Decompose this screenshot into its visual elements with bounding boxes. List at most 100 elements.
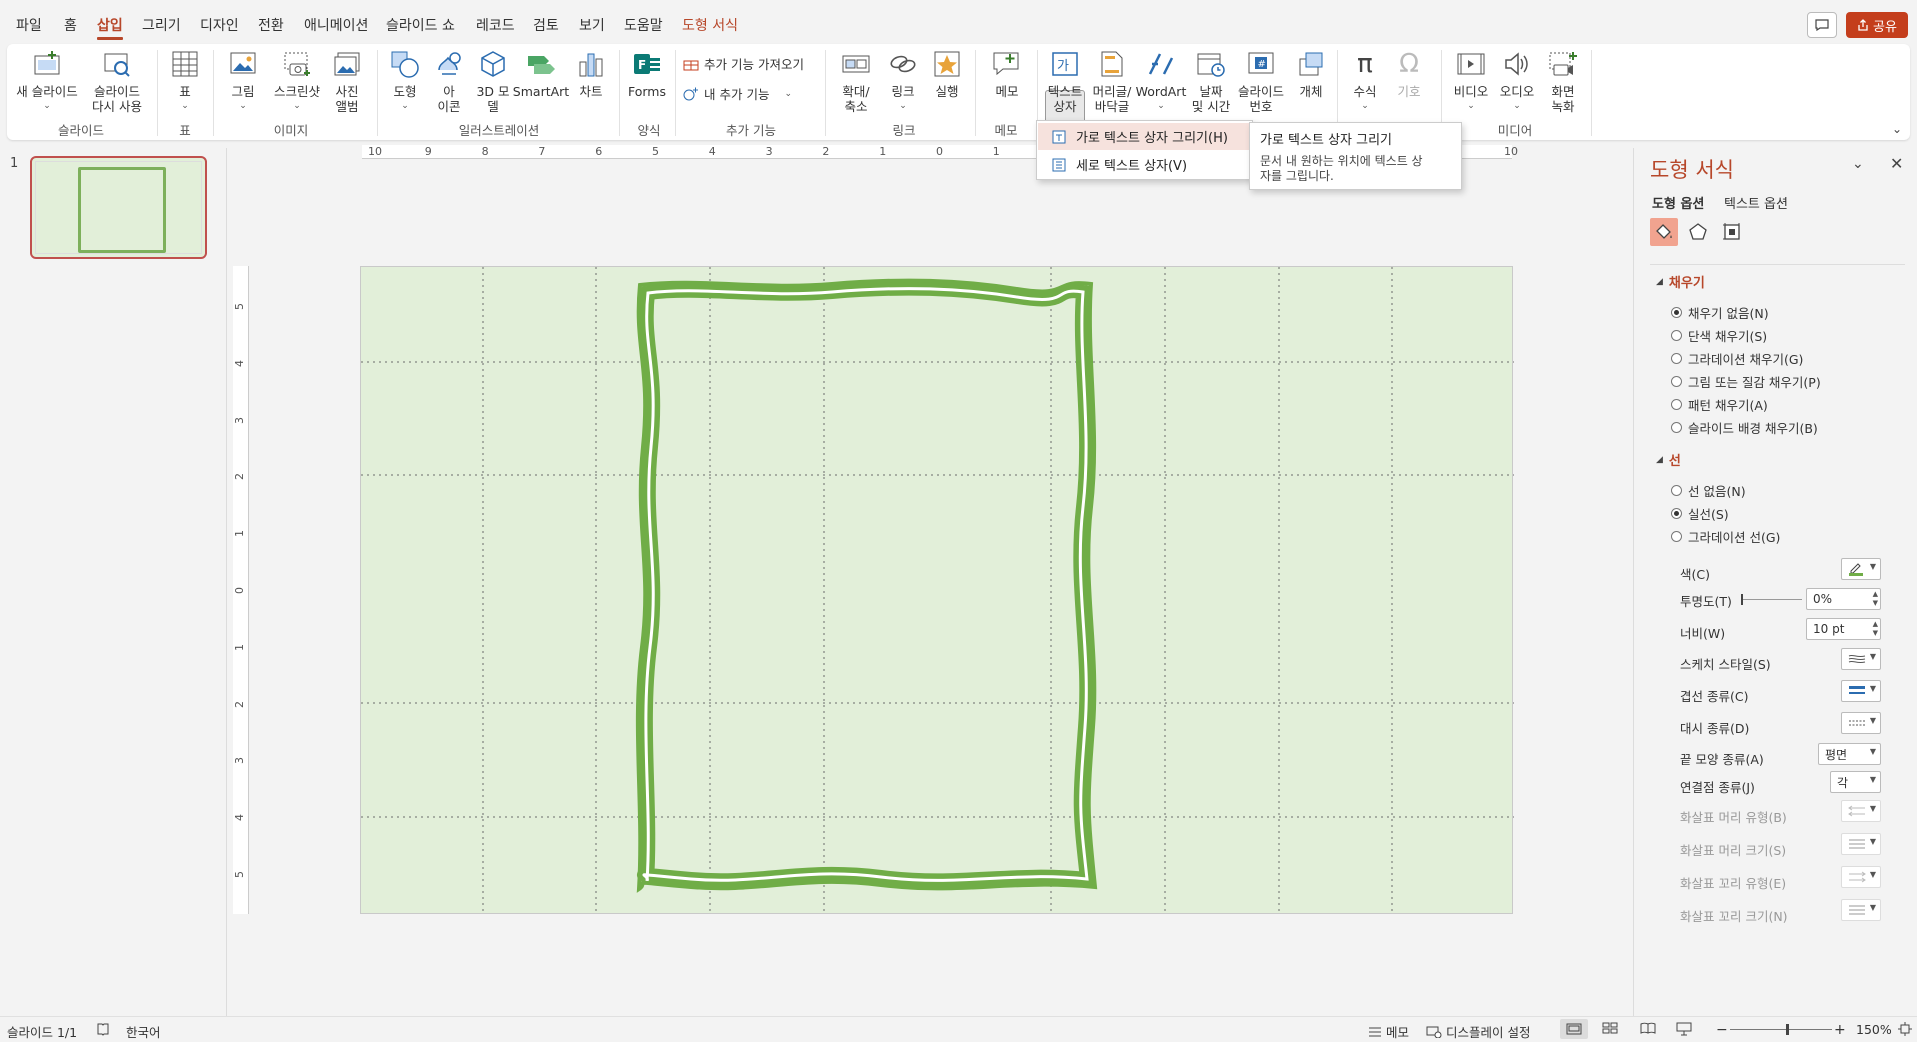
comment-button[interactable]: 메모 (983, 48, 1031, 99)
zoom-button[interactable]: 확대/ 축소 (833, 48, 879, 114)
arrow-end-type-dropdown[interactable]: ▼ (1841, 866, 1881, 888)
chart-button[interactable]: 차트 (571, 48, 611, 99)
fill-option-pattern[interactable]: 패턴 채우기(A) (1671, 395, 1768, 414)
reading-view-button[interactable] (1640, 1022, 1656, 1034)
date-time-button[interactable]: 날짜 및 시간 (1187, 48, 1235, 114)
menu-item-vertical-text-box[interactable]: 세로 텍스트 상자(V) (1038, 151, 1251, 178)
transparency-input[interactable]: 0% ▲ ▼ (1806, 588, 1881, 610)
slide-thumbnail[interactable] (30, 156, 207, 259)
line-color-picker[interactable]: ▼ (1841, 558, 1881, 580)
audio-button[interactable]: 오디오 ⌄ (1495, 48, 1539, 114)
arrow-begin-size-dropdown[interactable]: ▼ (1841, 833, 1881, 855)
slide-number-icon: # (1245, 48, 1277, 80)
reuse-slide-button[interactable]: 슬라이드 다시 사용 (87, 48, 147, 114)
line-section-header[interactable]: ◢ 선 (1656, 450, 1681, 469)
share-button[interactable]: 공유 (1846, 12, 1908, 38)
language-indicator[interactable]: 한국어 (126, 1022, 161, 1041)
tab-animations[interactable]: 애니메이션 (304, 15, 368, 35)
zoom-in-button[interactable]: + (1834, 1022, 1846, 1038)
get-addins-button[interactable]: 추가 기능 가져오기 (683, 54, 804, 73)
object-button[interactable]: 개체 (1291, 48, 1331, 99)
screenshot-button[interactable]: 스크린샷 ⌄ (269, 48, 325, 114)
fill-option-solid[interactable]: 단색 채우기(S) (1671, 326, 1767, 345)
slideshow-button[interactable] (1676, 1022, 1692, 1036)
symbol-button[interactable]: Ω 기호 (1389, 48, 1429, 100)
tab-home[interactable]: 홈 (64, 15, 77, 35)
arrow-begin-type-dropdown[interactable]: ▼ (1841, 800, 1881, 822)
photo-album-button[interactable]: 사진 앨범 (325, 48, 369, 114)
tab-shape-options[interactable]: 도형 옵션 (1652, 193, 1704, 212)
accessibility-icon[interactable] (96, 1022, 110, 1036)
video-button[interactable]: 비디오 ⌄ (1449, 48, 1493, 114)
line-option-gradient[interactable]: 그라데이션 선(G) (1671, 527, 1780, 546)
header-footer-button[interactable]: 머리글/ 바닥글 (1087, 48, 1137, 114)
link-button[interactable]: 링크 ⌄ (883, 48, 923, 114)
tab-insert[interactable]: 삽입 (97, 15, 123, 40)
3d-models-button[interactable]: 3D 모 델 (473, 48, 513, 114)
line-option-none[interactable]: 선 없음(N) (1671, 481, 1746, 500)
fit-to-window-button[interactable] (1898, 1022, 1912, 1036)
slider-thumb[interactable] (1741, 594, 1743, 605)
slide-canvas[interactable] (360, 266, 1514, 915)
tab-help[interactable]: 도움말 (624, 15, 663, 35)
size-properties-tab-button[interactable] (1718, 218, 1746, 246)
fill-option-slide-background[interactable]: 슬라이드 배경 채우기(B) (1671, 418, 1818, 437)
wavy-frame-shape[interactable] (635, 278, 1098, 893)
zoom-slider-thumb[interactable] (1786, 1024, 1789, 1035)
fill-option-none[interactable]: 채우기 없음(N) (1671, 303, 1769, 322)
my-addins-button[interactable]: 내 추가 기능 ⌄ (683, 84, 792, 103)
line-width-input[interactable]: 10 pt ▲ ▼ (1806, 618, 1881, 640)
tab-draw[interactable]: 그리기 (142, 15, 181, 35)
screen-recording-label: 화면 녹화 (1551, 84, 1575, 114)
close-icon[interactable]: ✕ (1890, 154, 1903, 173)
pane-options-chevron-icon[interactable]: ⌄ (1852, 156, 1864, 172)
shapes-button[interactable]: 도형 ⌄ (383, 48, 427, 114)
tab-transitions[interactable]: 전환 (258, 15, 284, 35)
fill-section-header[interactable]: ◢ 채우기 (1656, 272, 1705, 291)
slide-number-button[interactable]: # 슬라이드 번호 (1233, 48, 1289, 114)
icons-button[interactable]: 아 이콘 (429, 48, 469, 114)
comments-button[interactable] (1807, 12, 1837, 38)
slide-sorter-button[interactable] (1602, 1022, 1618, 1034)
tab-design[interactable]: 디자인 (200, 15, 239, 35)
zoom-slider[interactable] (1730, 1024, 1832, 1035)
table-button[interactable]: 표 ⌄ (165, 48, 205, 114)
effects-tab-button[interactable] (1684, 218, 1712, 246)
wordart-button[interactable]: WordArt ⌄ (1135, 48, 1187, 114)
zoom-level[interactable]: 150% (1856, 1022, 1892, 1037)
action-button[interactable]: 실행 (927, 48, 967, 99)
menu-item-draw-horizontal-text-box[interactable]: 가로 텍스트 상자 그리기(H) (1038, 123, 1251, 150)
dash-type-dropdown[interactable]: ▼ (1841, 712, 1881, 734)
fill-line-tab-button[interactable] (1650, 218, 1678, 246)
text-box-button[interactable]: 가 텍스트 상자 (1043, 48, 1087, 114)
compound-type-dropdown[interactable]: ▼ (1841, 680, 1881, 702)
forms-button[interactable]: F Forms (625, 48, 669, 99)
tab-shape-format[interactable]: 도형 서식 (682, 15, 738, 35)
screen-recording-button[interactable]: 화면 녹화 (1541, 48, 1585, 114)
normal-view-button[interactable] (1560, 1019, 1588, 1039)
tab-slideshow[interactable]: 슬라이드 쇼 (386, 15, 455, 35)
sketch-style-dropdown[interactable]: ▼ (1841, 648, 1881, 670)
join-type-dropdown[interactable]: 각 ▼ (1830, 771, 1881, 793)
tab-text-options[interactable]: 텍스트 옵션 (1724, 193, 1788, 212)
notes-button[interactable]: 메모 (1368, 1022, 1409, 1041)
display-settings-button[interactable]: 디스플레이 설정 (1426, 1022, 1530, 1041)
transparency-slider[interactable] (1741, 594, 1802, 605)
new-slide-button[interactable]: 새 슬라이드 ⌄ (16, 48, 78, 114)
cap-type-dropdown[interactable]: 평면 ▼ (1818, 743, 1881, 765)
fill-option-picture[interactable]: 그림 또는 질감 채우기(P) (1671, 372, 1821, 391)
spinner-icon[interactable]: ▲ ▼ (1873, 590, 1878, 608)
tab-file[interactable]: 파일 (16, 15, 42, 35)
equation-button[interactable]: π 수식 ⌄ (1345, 48, 1385, 114)
tab-view[interactable]: 보기 (579, 15, 605, 35)
tab-record[interactable]: 레코드 (476, 15, 515, 35)
fill-option-gradient[interactable]: 그라데이션 채우기(G) (1671, 349, 1803, 368)
tab-review[interactable]: 검토 (533, 15, 559, 35)
zoom-out-button[interactable]: − (1716, 1022, 1728, 1038)
picture-button[interactable]: 그림 ⌄ (221, 48, 265, 114)
spinner-icon[interactable]: ▲ ▼ (1873, 620, 1878, 638)
line-option-solid[interactable]: 실선(S) (1671, 504, 1729, 523)
smartart-button[interactable]: SmartArt (513, 48, 569, 99)
arrow-end-size-dropdown[interactable]: ▼ (1841, 899, 1881, 921)
collapse-ribbon-icon[interactable]: ⌄ (1892, 122, 1902, 136)
